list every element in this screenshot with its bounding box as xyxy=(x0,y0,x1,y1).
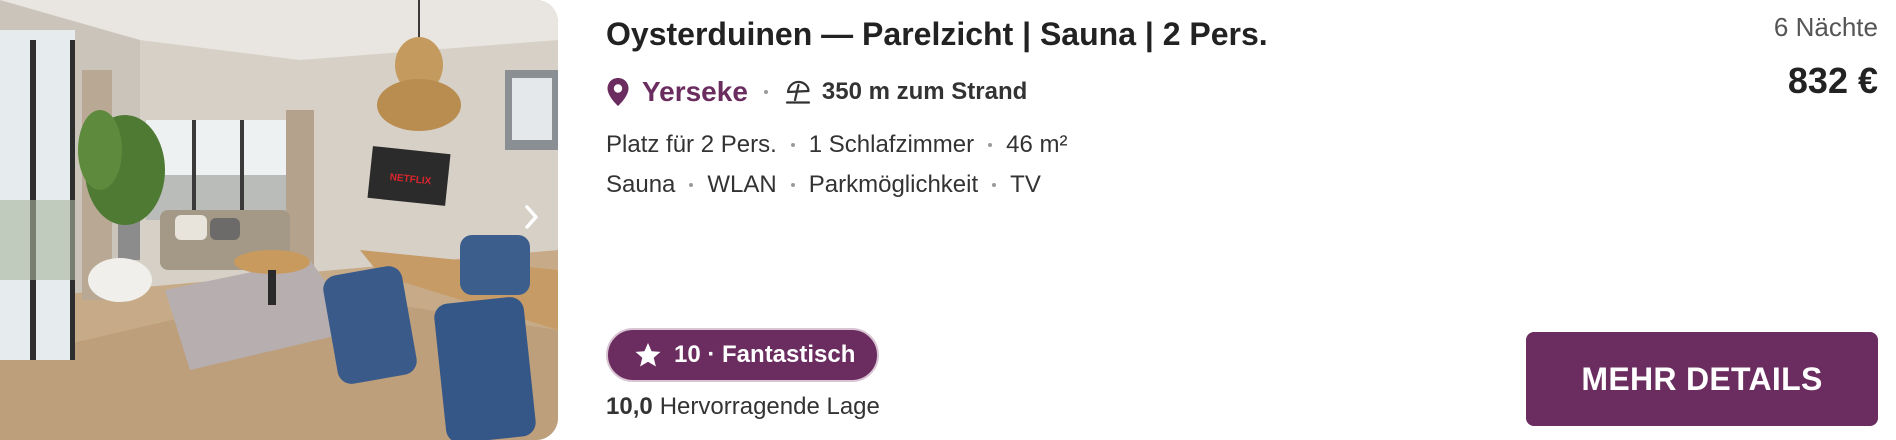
location-score: 10,0 Hervorragende Lage xyxy=(606,388,880,426)
stay-nights: 6 Nächte xyxy=(1773,12,1878,42)
amenity-parking: Parkmöglichkeit xyxy=(808,171,979,198)
separator-dot xyxy=(992,183,997,187)
property-facts: Platz für 2 Pers. 1 Schlafzimmer 46 m² xyxy=(606,128,1067,162)
amenity-sauna: Sauna xyxy=(606,171,676,198)
map-pin-icon xyxy=(606,77,630,107)
fact-size: 46 m² xyxy=(1006,131,1068,158)
location-row: Yerseke 350 m zum Strand xyxy=(606,72,1027,112)
star-icon xyxy=(634,341,662,369)
separator-dot xyxy=(988,143,993,147)
listing-card[interactable]: NETFLIX Oysterduinen — Parelzicht | Saun… xyxy=(0,0,1896,440)
amenity-wifi: WLAN xyxy=(707,171,777,198)
rating-label: 10 · Fantastisch xyxy=(674,341,856,368)
separator-dot xyxy=(790,183,795,187)
beach-distance: 350 m zum Strand xyxy=(821,78,1028,105)
separator-dot xyxy=(689,183,694,187)
rating-badge[interactable]: 10 · Fantastisch xyxy=(606,328,880,382)
amenities-list: Sauna WLAN Parkmöglichkeit TV xyxy=(606,168,1041,202)
beach-umbrella-icon xyxy=(784,78,812,106)
location-score-value: 10,0 xyxy=(606,393,653,420)
more-details-button[interactable]: MEHR DETAILS xyxy=(1526,332,1878,426)
chevron-right-icon xyxy=(525,205,538,229)
listing-title[interactable]: Oysterduinen — Parelzicht | Sauna | 2 Pe… xyxy=(606,10,1268,58)
listing-photo[interactable]: NETFLIX xyxy=(0,0,558,440)
fact-capacity: Platz für 2 Pers. xyxy=(606,131,777,158)
amenity-tv: TV xyxy=(1010,171,1041,198)
location-score-label: Hervorragende Lage xyxy=(659,393,880,420)
total-price: 832 € xyxy=(1787,60,1878,101)
location-city-link[interactable]: Yerseke xyxy=(642,76,748,108)
fact-bedrooms: 1 Schlafzimmer xyxy=(808,131,975,158)
separator-dot xyxy=(763,90,768,94)
living-room-photo: NETFLIX xyxy=(0,0,558,440)
next-photo-button[interactable] xyxy=(518,197,546,237)
separator-dot xyxy=(790,143,795,147)
